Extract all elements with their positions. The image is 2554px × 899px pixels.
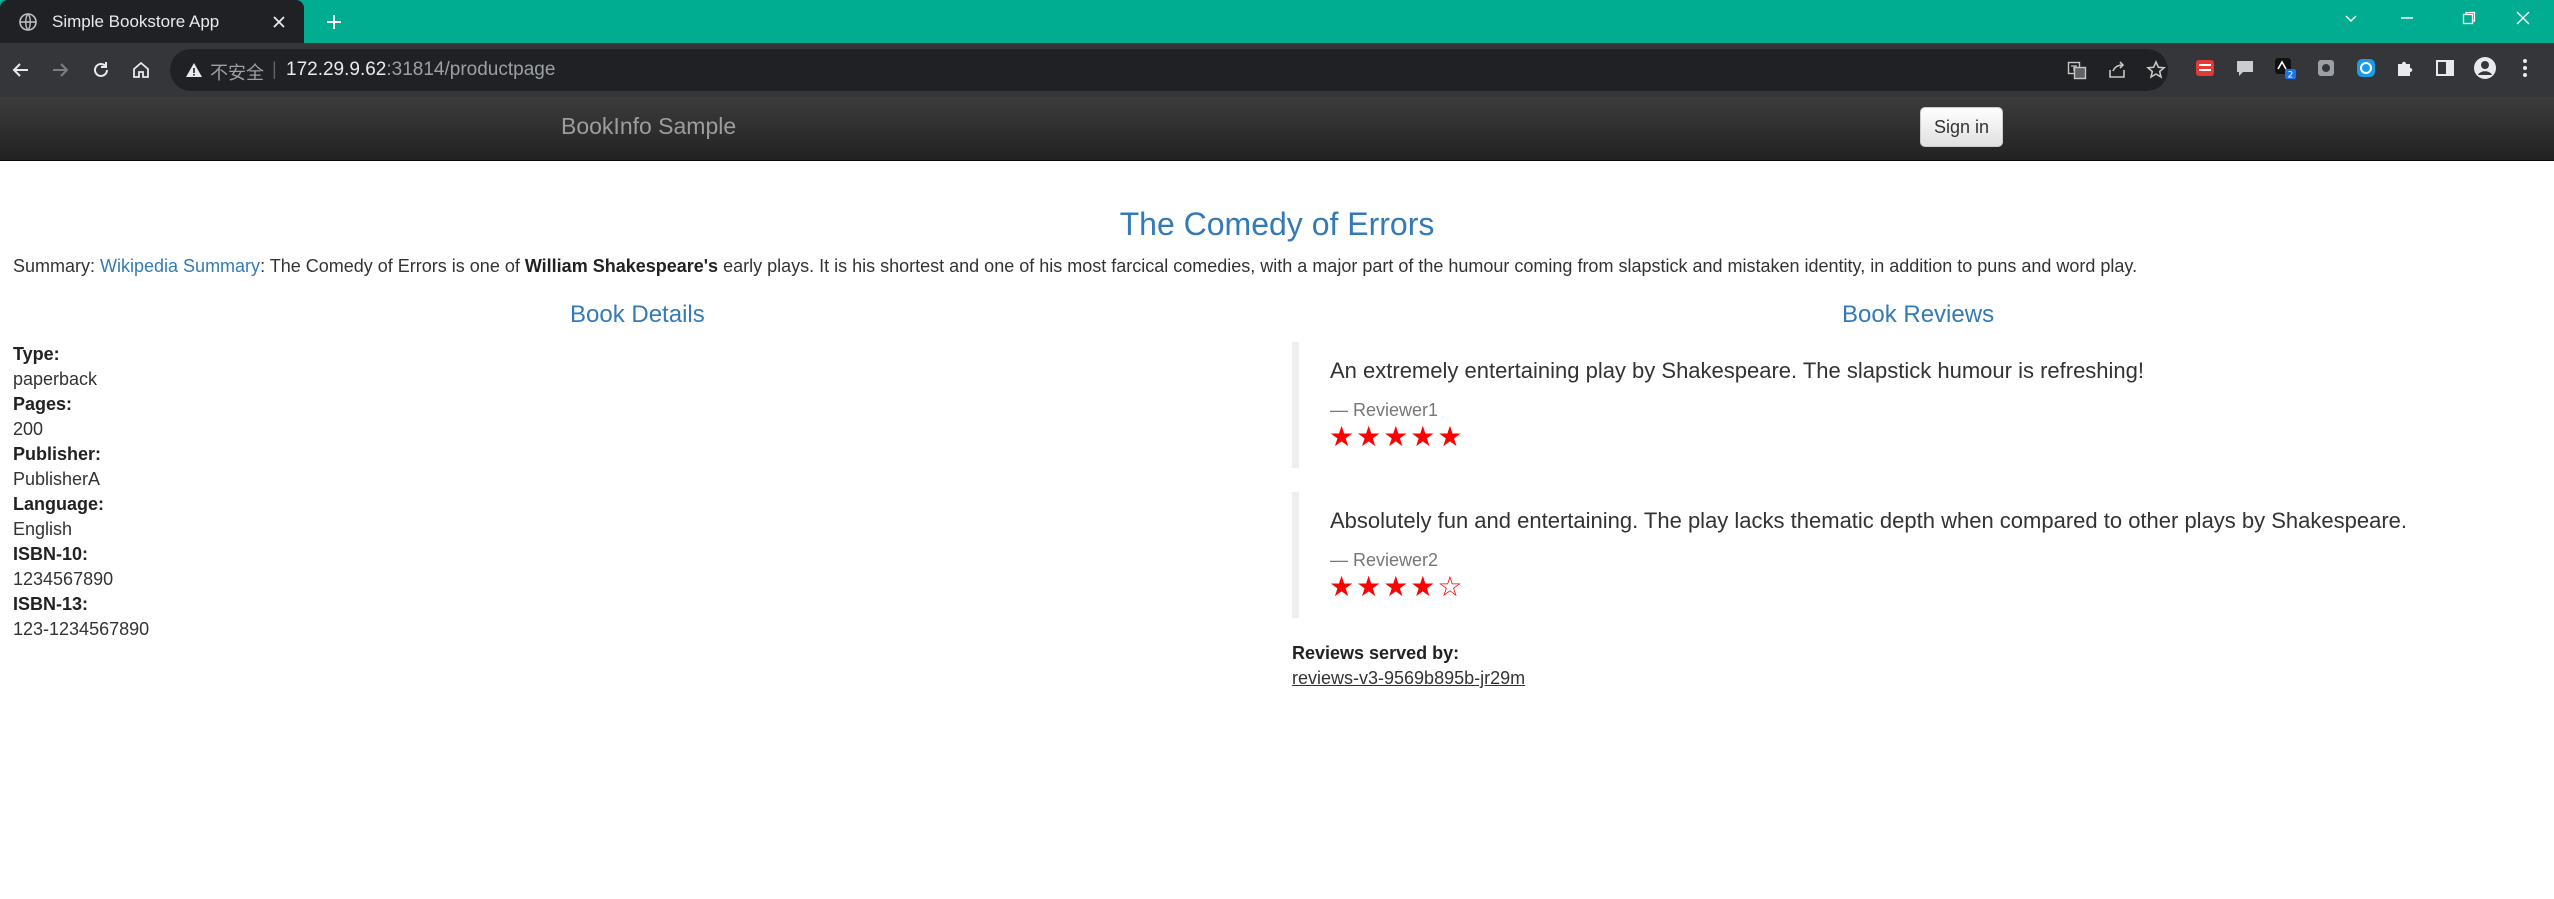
extension-camera-icon[interactable] [2314,56,2338,80]
detail-term-pages: Pages: [13,394,73,414]
translate-icon[interactable] [2066,59,2088,81]
detail-value-isbn10: 1234567890 [13,569,114,589]
wikipedia-summary-link[interactable]: Wikipedia Summary [100,256,260,276]
book-details-heading: Book Details [570,301,705,328]
share-icon[interactable] [2106,59,2128,81]
home-icon[interactable] [127,56,155,84]
summary-author: William Shakespeare's [524,256,719,276]
browser-tab[interactable]: Simple Bookstore App [0,0,304,43]
browser-toolbar: 不安全 | 172.29.9.62:31814/productpage [0,43,2554,97]
profile-icon[interactable] [2473,56,2497,80]
book-summary: Summary: Wikipedia Summary: The Comedy o… [13,256,2137,277]
book-title: The Comedy of Errors [1119,206,1435,242]
security-separator: | [272,59,277,79]
star-rating: ★★★★☆ [1329,571,1465,602]
security-label[interactable]: 不安全 [210,59,264,85]
extension-red-icon[interactable] [2193,56,2217,80]
detail-value-isbn13: 123-1234567890 [13,619,150,639]
book-reviews-heading: Book Reviews [1842,301,1995,328]
review-text: An extremely entertaining play by Shakes… [1330,358,2145,383]
reviews-served-by-label: Reviews served by: [1292,643,1460,663]
review-item: Absolutely fun and entertaining. The pla… [1292,492,2492,618]
restore-icon[interactable] [2446,0,2492,36]
svg-text:2: 2 [2288,71,2294,81]
site-navbar: BookInfo Sample Sign in [0,97,2554,161]
review-author: — Reviewer1 [1330,400,1439,420]
close-tab-icon[interactable] [268,11,290,33]
extension-chat-icon[interactable] [2233,56,2257,80]
new-tab-button[interactable] [320,8,348,36]
review-text: Absolutely fun and entertaining. The pla… [1330,508,2408,533]
url-text[interactable]: 172.29.9.62:31814/productpage [286,59,555,81]
review-author: — Reviewer2 [1330,550,1439,570]
sign-in-button[interactable]: Sign in [1920,107,2004,147]
summary-prefix: Summary: [13,256,101,276]
extension-blue-icon[interactable] [2354,56,2378,80]
forward-icon[interactable] [46,56,74,84]
globe-icon [18,12,38,32]
detail-term-type: Type: [13,344,60,364]
browser-tab-strip: Simple Bookstore App [0,0,2554,43]
menu-kebab-icon[interactable] [2513,56,2537,80]
reload-icon[interactable] [87,56,115,84]
warning-icon[interactable] [184,60,204,80]
detail-value-type: paperback [13,369,98,389]
book-details-list: Type: paperback Pages: 200 Publisher: Pu… [13,342,149,642]
reviews-served-by-link[interactable]: reviews-v3-9569b895b-jr29m [1292,668,1525,689]
side-panel-icon[interactable] [2433,56,2457,80]
close-window-icon[interactable] [2500,0,2546,36]
detail-value-language: English [13,519,73,539]
bookmark-star-icon[interactable] [2145,59,2167,81]
star-rating: ★★★★★ [1329,421,1465,452]
summary-mid: : The Comedy of Errors is one of [260,256,525,276]
address-bar[interactable]: 不安全 | 172.29.9.62:31814/productpage [170,49,2168,91]
extension-badge-icon[interactable]: 2 [2273,56,2297,80]
detail-value-pages: 200 [13,419,44,439]
tab-search-icon[interactable] [2328,0,2374,36]
summary-suffix: early plays. It is his shortest and one … [718,256,2138,276]
detail-value-publisher: PublisherA [13,469,101,489]
detail-term-isbn10: ISBN-10: [13,544,89,564]
minimize-icon[interactable] [2384,0,2430,36]
extensions-puzzle-icon[interactable] [2393,56,2417,80]
detail-term-publisher: Publisher: [13,444,102,464]
back-icon[interactable] [7,56,35,84]
review-item: An extremely entertaining play by Shakes… [1292,342,2492,468]
detail-term-language: Language: [13,494,105,514]
url-host: 172.29.9.62 [286,59,387,80]
url-path: :31814/productpage [386,59,556,80]
brand-link[interactable]: BookInfo Sample [561,113,736,140]
detail-term-isbn13: ISBN-13: [13,594,89,614]
tab-title: Simple Bookstore App [52,11,220,31]
